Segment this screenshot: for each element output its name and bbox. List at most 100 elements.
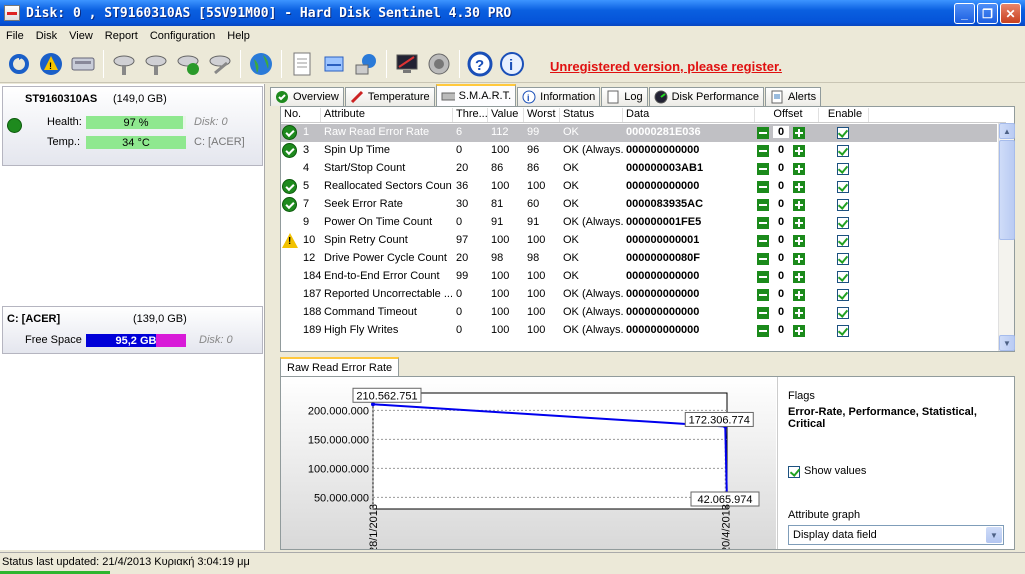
offset-decrease-button[interactable] (757, 253, 769, 265)
chevron-down-icon[interactable]: ▼ (986, 527, 1002, 543)
disk-repair-icon[interactable] (206, 50, 234, 78)
show-values-checkbox[interactable] (788, 466, 800, 478)
scroll-down-button[interactable]: ▼ (999, 335, 1015, 351)
offset-decrease-button[interactable] (757, 199, 769, 211)
scroll-thumb[interactable] (999, 140, 1015, 240)
menu-report[interactable]: Report (99, 30, 144, 42)
info-icon[interactable]: i (498, 50, 526, 78)
network-icon[interactable] (352, 50, 380, 78)
offset-increase-button[interactable] (793, 163, 805, 175)
offset-value[interactable]: 0 (773, 288, 789, 300)
offset-value[interactable]: 0 (773, 216, 789, 228)
tab-smart[interactable]: S.M.A.R.T. (435, 84, 517, 106)
enable-checkbox[interactable] (837, 235, 849, 247)
help-icon[interactable]: ? (466, 50, 494, 78)
report-icon[interactable] (288, 50, 316, 78)
table-row[interactable]: 10 Spin Retry Count 97 100 100 OK 000000000001… (281, 232, 997, 250)
offset-decrease-button[interactable] (757, 271, 769, 283)
offset-value[interactable]: 0 (773, 126, 789, 138)
offset-value[interactable]: 0 (773, 306, 789, 318)
offset-increase-button[interactable] (793, 307, 805, 319)
minimize-button[interactable]: _ (954, 3, 975, 24)
col-offset[interactable]: Offset (755, 108, 819, 122)
globe-icon[interactable] (247, 50, 275, 78)
col-status[interactable]: Status (560, 108, 623, 122)
col-data[interactable]: Data (623, 108, 755, 122)
offset-increase-button[interactable] (793, 181, 805, 193)
menu-file[interactable]: File (0, 30, 30, 42)
disk-drive-icon[interactable] (69, 50, 97, 78)
close-button[interactable]: ✕ (1000, 3, 1021, 24)
disk-surface-icon[interactable] (142, 50, 170, 78)
menu-configuration[interactable]: Configuration (144, 30, 221, 42)
table-row[interactable]: 187 Reported Uncorrectable ... 0 100 100 OK (… (281, 286, 997, 304)
offset-increase-button[interactable] (793, 235, 805, 247)
offset-decrease-button[interactable] (757, 307, 769, 319)
offset-value[interactable]: 0 (773, 270, 789, 282)
offset-increase-button[interactable] (793, 127, 805, 139)
col-no[interactable]: No. (281, 108, 321, 122)
offset-decrease-button[interactable] (757, 235, 769, 247)
enable-checkbox[interactable] (837, 145, 849, 157)
col-attribute[interactable]: Attribute (321, 108, 453, 122)
enable-checkbox[interactable] (837, 253, 849, 265)
tab-overview[interactable]: Overview (270, 87, 344, 106)
offset-value[interactable]: 0 (773, 180, 789, 192)
enable-checkbox[interactable] (837, 181, 849, 193)
offset-increase-button[interactable] (793, 199, 805, 211)
enable-checkbox[interactable] (837, 217, 849, 229)
offset-decrease-button[interactable] (757, 163, 769, 175)
alert-icon[interactable]: ! (37, 50, 65, 78)
disk-test-icon[interactable] (110, 50, 138, 78)
offset-decrease-button[interactable] (757, 217, 769, 229)
col-value[interactable]: Value (488, 108, 524, 122)
offset-value[interactable]: 0 (773, 234, 789, 246)
enable-checkbox[interactable] (837, 325, 849, 337)
tab-alerts[interactable]: Alerts (764, 87, 822, 106)
table-row[interactable]: 12 Drive Power Cycle Count 20 98 98 OK 0000000… (281, 250, 997, 268)
table-row[interactable]: 184 End-to-End Error Count 99 100 100 OK 00000… (281, 268, 997, 286)
app-icon[interactable] (4, 5, 20, 21)
graph-tab[interactable]: Raw Read Error Rate (280, 357, 400, 377)
offset-decrease-button[interactable] (757, 145, 769, 157)
table-row[interactable]: 7 Seek Error Rate 30 81 60 OK 0000083935AC 0 (281, 196, 997, 214)
table-row[interactable]: 188 Command Timeout 0 100 100 OK (Always... 00… (281, 304, 997, 322)
table-row[interactable]: 1 Raw Read Error Rate 6 112 99 OK 00000281E036… (281, 124, 997, 142)
enable-checkbox[interactable] (837, 271, 849, 283)
offset-decrease-button[interactable] (757, 127, 769, 139)
offset-increase-button[interactable] (793, 289, 805, 301)
table-row[interactable]: 4 Start/Stop Count 20 86 86 OK 000000003AB1 0 (281, 160, 997, 178)
offset-value[interactable]: 0 (773, 162, 789, 174)
offset-value[interactable]: 0 (773, 252, 789, 264)
offset-decrease-button[interactable] (757, 289, 769, 301)
title-bar[interactable]: Disk: 0 , ST9160310AS [5SV91M00] - Hard … (0, 0, 1025, 26)
col-enable[interactable]: Enable (819, 108, 869, 122)
offset-value[interactable]: 0 (773, 324, 789, 336)
enable-checkbox[interactable] (837, 199, 849, 211)
show-values-label[interactable]: Show values (804, 465, 866, 477)
table-row[interactable]: 9 Power On Time Count 0 91 91 OK (Always... 00… (281, 214, 997, 232)
tab-temperature[interactable]: Temperature (344, 87, 435, 106)
offset-increase-button[interactable] (793, 217, 805, 229)
sound-icon[interactable] (425, 50, 453, 78)
tab-information[interactable]: i Information (517, 87, 601, 106)
send-report-icon[interactable] (320, 50, 348, 78)
unregistered-link[interactable]: Unregistered version, please register. (550, 59, 782, 74)
menu-disk[interactable]: Disk (30, 30, 63, 42)
table-row[interactable]: 3 Spin Up Time 0 100 96 OK (Always... 00000000… (281, 142, 997, 160)
offset-value[interactable]: 0 (773, 198, 789, 210)
menu-help[interactable]: Help (221, 30, 256, 42)
menu-view[interactable]: View (63, 30, 99, 42)
offset-value[interactable]: 0 (773, 144, 789, 156)
maximize-button[interactable]: ❐ (977, 3, 998, 24)
disk-card[interactable]: ST9160310AS (149,0 GB) Health: 97 % Disk… (2, 86, 263, 166)
scroll-up-button[interactable]: ▲ (999, 123, 1015, 139)
enable-checkbox[interactable] (837, 307, 849, 319)
attribute-graph-select[interactable]: Display data field ▼ (788, 525, 1004, 545)
volume-card[interactable]: C: [ACER] (139,0 GB) Free Space 95,2 GB … (2, 306, 263, 354)
offset-increase-button[interactable] (793, 253, 805, 265)
table-row[interactable]: 5 Reallocated Sectors Count 36 100 100 OK 0000… (281, 178, 997, 196)
offset-increase-button[interactable] (793, 271, 805, 283)
col-threshold[interactable]: Thre... (453, 108, 488, 122)
offset-decrease-button[interactable] (757, 325, 769, 337)
